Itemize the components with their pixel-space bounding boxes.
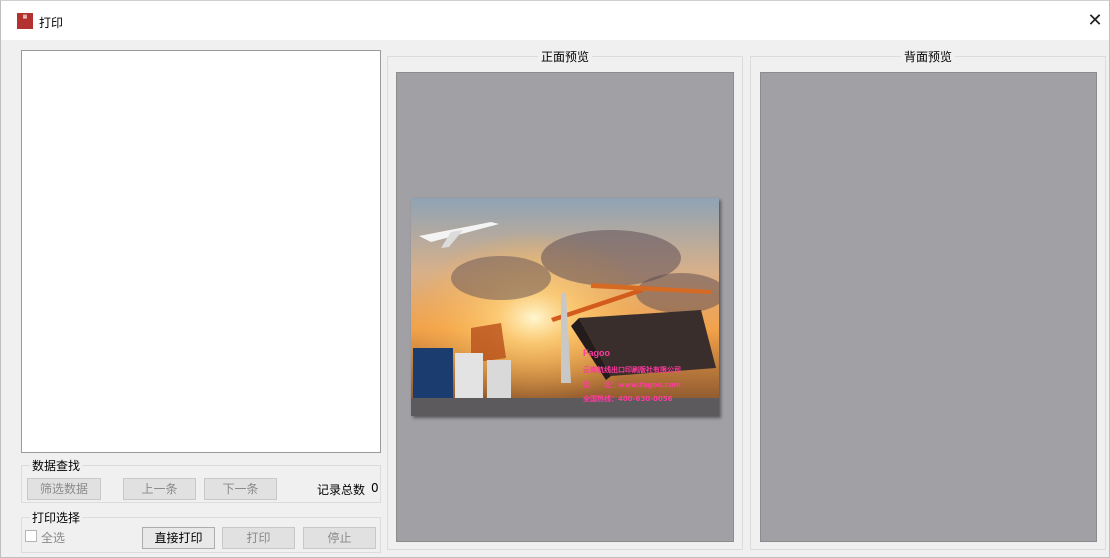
print-group: 打印选择 全选 直接打印 打印 停止: [21, 509, 381, 553]
select-all-checkbox[interactable]: [25, 530, 37, 542]
back-preview-title: 背面预览: [751, 48, 1105, 65]
close-button[interactable]: ✕: [1081, 7, 1109, 35]
business-card-image: Fagoo 云南航线出口印刷版社有限公司 网 址：www.fagoo.com 全…: [411, 198, 719, 416]
title-bar: ▦ 打印 ✕: [0, 0, 1110, 40]
stop-button[interactable]: 停止: [303, 527, 376, 549]
previous-record-button[interactable]: 上一条: [123, 478, 196, 500]
search-group: 数据查找 筛选数据 上一条 下一条 记录总数 0: [21, 457, 381, 503]
select-all-label: 全选: [41, 531, 66, 545]
back-preview-canvas: [760, 72, 1097, 542]
card-brand-text: Fagoo: [583, 348, 610, 358]
print-button[interactable]: 打印: [222, 527, 295, 549]
dialog-body: 数据查找 筛选数据 上一条 下一条 记录总数 0 打印选择 全选 直接打印 打印…: [0, 40, 1110, 558]
app-icon: ▦: [17, 13, 33, 29]
next-record-button[interactable]: 下一条: [204, 478, 277, 500]
print-group-title: 打印选择: [30, 509, 83, 526]
search-group-title: 数据查找: [30, 457, 83, 474]
filter-data-button[interactable]: 筛选数据: [27, 478, 101, 500]
direct-print-button[interactable]: 直接打印: [142, 527, 215, 549]
record-count-value: 0: [371, 481, 379, 495]
window-title: 打印: [39, 16, 64, 30]
front-preview-group: 正面预览 Fagoo 云南航线出口印刷版社有限公司 网 址：www.fagoo.…: [387, 50, 743, 550]
front-preview-canvas: Fagoo 云南航线出口印刷版社有限公司 网 址：www.fagoo.com 全…: [396, 72, 734, 542]
card-company-text: 云南航线出口印刷版社有限公司: [583, 365, 681, 374]
card-website-text: 网 址：www.fagoo.com: [583, 380, 681, 389]
record-count-label: 记录总数: [317, 483, 366, 497]
front-preview-title: 正面预览: [388, 48, 742, 65]
back-preview-group: 背面预览: [750, 50, 1106, 550]
card-hotline-text: 全国热线：400-630-0056: [582, 394, 673, 403]
record-list[interactable]: [21, 50, 381, 453]
